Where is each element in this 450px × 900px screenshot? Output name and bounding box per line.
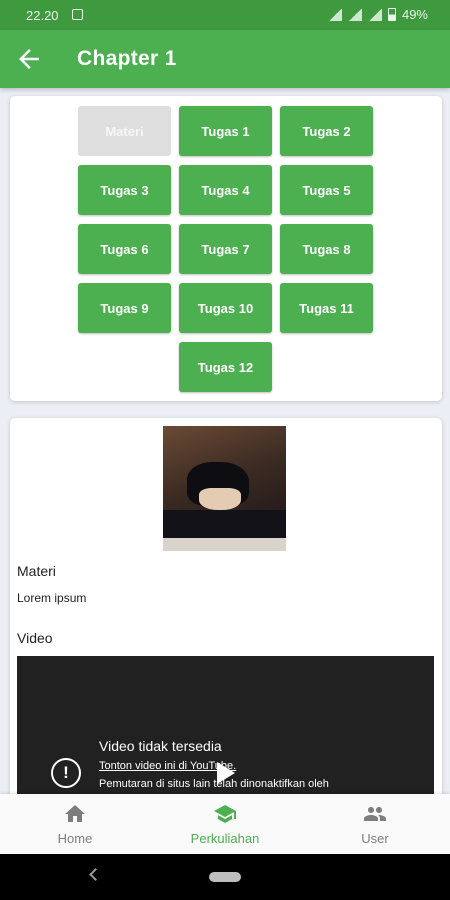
back-arrow-icon[interactable] [14,44,44,74]
task-button-tugas-5[interactable]: Tugas 5 [280,165,373,215]
task-button-tugas-6[interactable]: Tugas 6 [78,224,171,274]
status-time: 22.20 [26,8,59,23]
nav-perkuliahan-label: Perkuliahan [190,831,260,846]
people-icon [364,807,386,821]
task-button-tugas-11[interactable]: Tugas 11 [280,283,373,333]
image-notification-icon [72,9,83,20]
error-icon: ! [51,758,81,788]
video-heading: Video [17,630,53,646]
task-button-grid: Materi Tugas 1 Tugas 2 Tugas 3 Tugas 4 Tugas … [78,106,373,392]
bottom-navigation: Home Perkuliahan User [0,794,450,854]
system-back-icon[interactable] [89,868,102,881]
status-bar: 22.20 49% [0,0,450,30]
status-icons: 49% [327,7,428,22]
battery-percent: 49% [401,7,428,22]
signal-icon [347,8,362,21]
task-button-tugas-2[interactable]: Tugas 2 [280,106,373,156]
task-button-tugas-12[interactable]: Tugas 12 [179,342,272,392]
task-button-tugas-1[interactable]: Tugas 1 [179,106,272,156]
task-button-tugas-9[interactable]: Tugas 9 [78,283,171,333]
battery-icon [387,8,396,21]
signal-icon-2 [367,8,382,21]
youtube-link[interactable]: Tonton video ini di YouTube. [99,760,236,772]
material-image [163,426,286,551]
task-button-tugas-7[interactable]: Tugas 7 [179,224,272,274]
nav-perkuliahan[interactable]: Perkuliahan [150,794,300,854]
system-home-pill[interactable] [209,872,241,882]
video-error-message: Pemutaran di situs lain telah dinonaktif… [99,778,329,790]
materi-text: Lorem ipsum [17,591,87,605]
nav-home[interactable]: Home [0,794,150,854]
task-button-tugas-8[interactable]: Tugas 8 [280,224,373,274]
wifi-icon [327,8,342,21]
page-title: Chapter 1 [77,47,177,70]
system-navigation-bar [0,854,450,900]
video-error-title: Video tidak tersedia [99,738,222,754]
school-icon [214,805,236,823]
task-button-tugas-4[interactable]: Tugas 4 [179,165,272,215]
task-buttons-card: Materi Tugas 1 Tugas 2 Tugas 3 Tugas 4 Tugas … [10,96,442,401]
nav-user-label: User [361,831,389,846]
task-button-tugas-10[interactable]: Tugas 10 [179,283,272,333]
task-button-materi[interactable]: Materi [78,106,171,156]
play-icon[interactable] [217,762,235,784]
task-button-tugas-3[interactable]: Tugas 3 [78,165,171,215]
materi-heading: Materi [17,563,56,579]
nav-home-label: Home [57,831,93,846]
material-card: Materi Lorem ipsum Video ! Video tidak t… [10,418,442,818]
nav-user[interactable]: User [300,794,450,854]
app-bar: Chapter 1 [0,30,450,88]
home-icon [65,805,85,822]
